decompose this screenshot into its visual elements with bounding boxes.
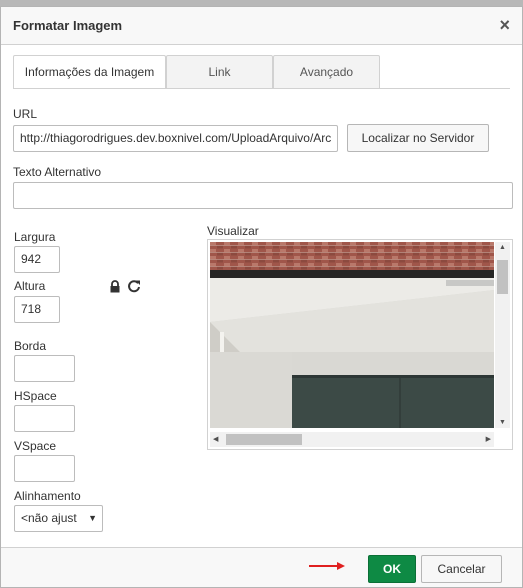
width-input[interactable]: 942	[14, 246, 60, 273]
tab-image-info[interactable]: Informações da Imagem	[13, 55, 166, 89]
horizontal-scroll-thumb[interactable]	[226, 434, 302, 445]
preview-vertical-scrollbar[interactable]: ▲ ▼	[495, 242, 510, 428]
vertical-scroll-thumb[interactable]	[497, 260, 508, 294]
alignment-selected: <não ajust	[21, 511, 77, 525]
scroll-right-icon[interactable]: ▶	[486, 435, 491, 443]
alt-text-input[interactable]	[13, 182, 513, 209]
ok-button[interactable]: OK	[368, 555, 416, 583]
scroll-up-icon[interactable]: ▲	[499, 244, 506, 251]
url-label: URL	[13, 107, 38, 121]
border-label: Borda	[14, 339, 47, 353]
preview-label: Visualizar	[207, 224, 259, 238]
alignment-label: Alinhamento	[14, 489, 81, 503]
vspace-label: VSpace	[14, 439, 57, 453]
hspace-input[interactable]	[14, 405, 75, 432]
dialog-footer: OK Cancelar	[1, 547, 522, 587]
height-input[interactable]: 718	[14, 296, 60, 323]
hspace-label: HSpace	[14, 389, 57, 403]
tab-advanced[interactable]: Avançado	[273, 55, 380, 89]
caret-down-icon: ▼	[88, 513, 97, 523]
width-label: Largura	[14, 230, 56, 244]
dialog-title: Formatar Imagem	[13, 18, 123, 33]
dialog-titlebar: Formatar Imagem ×	[1, 7, 522, 45]
preview-box[interactable]: ▲ ▼ ◀ ▶	[207, 239, 513, 450]
format-image-dialog: Formatar Imagem × Informações da Imagem …	[0, 6, 523, 588]
tab-divider	[13, 88, 510, 89]
arrow-pointer-icon	[309, 560, 345, 574]
preview-horizontal-scrollbar[interactable]: ◀ ▶	[210, 432, 494, 447]
reset-icon[interactable]	[127, 279, 141, 296]
url-input[interactable]: http://thiagorodrigues.dev.boxnivel.com/…	[13, 125, 338, 152]
browse-server-button[interactable]: Localizar no Servidor	[347, 124, 489, 152]
preview-image	[210, 242, 494, 428]
scroll-left-icon[interactable]: ◀	[213, 435, 218, 443]
alignment-select[interactable]: <não ajust ▼	[14, 505, 103, 532]
cancel-button[interactable]: Cancelar	[421, 555, 502, 583]
border-input[interactable]	[14, 355, 75, 382]
height-label: Altura	[14, 279, 46, 293]
tab-link[interactable]: Link	[166, 55, 273, 89]
vspace-input[interactable]	[14, 455, 75, 482]
close-icon[interactable]: ×	[499, 15, 510, 36]
lock-icon[interactable]	[109, 280, 121, 296]
alt-text-label: Texto Alternativo	[13, 165, 102, 179]
scroll-down-icon[interactable]: ▼	[499, 419, 506, 426]
